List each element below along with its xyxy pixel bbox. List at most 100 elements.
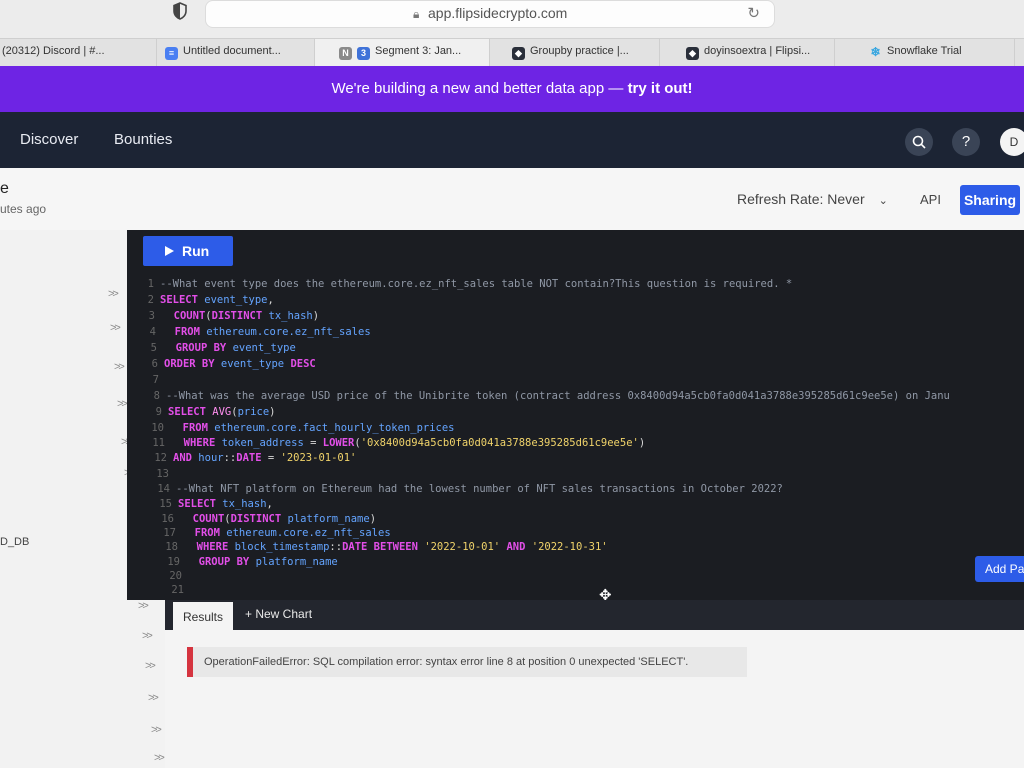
- code-token: ): [312, 310, 320, 322]
- expand-chevron-icon[interactable]: >>: [117, 398, 128, 410]
- database-label[interactable]: D_DB: [0, 536, 29, 548]
- expand-chevron-icon[interactable]: >>: [145, 660, 156, 672]
- code-token: ): [269, 406, 276, 418]
- line-number: 20: [169, 570, 182, 582]
- code-token: ::: [223, 452, 237, 464]
- code-line[interactable]: 17 FROM ethereum.core.ez_nft_sales: [152, 527, 390, 542]
- code-line[interactable]: 3 COUNT(DISTINCT tx_hash): [131, 310, 319, 325]
- run-button[interactable]: Run: [143, 236, 233, 266]
- number-badge: 3: [357, 47, 370, 60]
- code-line[interactable]: 20: [158, 570, 188, 585]
- nav-discover[interactable]: Discover: [20, 131, 78, 148]
- banner-cta[interactable]: try it out!: [628, 80, 693, 97]
- code-line[interactable]: 1 --What event type does the ethereum.cor…: [130, 278, 792, 293]
- code-token: token_address: [221, 437, 304, 449]
- code-token: '2023-01-01': [280, 452, 357, 464]
- code-line[interactable]: 13: [145, 468, 175, 483]
- tab-discord[interactable]: (20312) Discord | #...: [0, 39, 157, 67]
- code-token: '2022-10-31': [531, 541, 608, 553]
- line-number: 9: [155, 406, 162, 418]
- code-line[interactable]: 11 WHERE token_address = LOWER('0x8400d9…: [141, 437, 645, 452]
- tab-google-doc[interactable]: ≡ Untitled document...: [157, 39, 315, 67]
- play-icon: [165, 246, 174, 256]
- tab-label: Untitled document...: [183, 45, 281, 57]
- code-line[interactable]: 5 GROUP BY event_type: [133, 342, 296, 357]
- line-number: 7: [152, 374, 159, 386]
- line-number: 2: [147, 294, 154, 306]
- refresh-rate-select[interactable]: Refresh Rate: Never ⌄: [737, 191, 888, 207]
- expand-chevron-icon[interactable]: >>: [148, 692, 159, 704]
- code-token: GROUP BY: [175, 342, 227, 354]
- code-token: DESC: [290, 358, 316, 370]
- code-token: =: [261, 452, 281, 464]
- sharing-button[interactable]: Sharing: [960, 185, 1020, 215]
- line-number: 14: [157, 483, 170, 495]
- tab-notion[interactable]: N 3 Segment 3: Jan...: [315, 39, 490, 67]
- tab-groupby-practice[interactable]: ◆ Groupby practice |...: [490, 39, 660, 67]
- code-line[interactable]: 18 WHERE block_timestamp::DATE BETWEEN '…: [154, 541, 608, 556]
- add-panel-button[interactable]: Add Pa: [975, 556, 1024, 582]
- flipside-icon: ◆: [512, 47, 525, 60]
- expand-chevron-icon[interactable]: >>: [138, 600, 149, 612]
- line-number: 10: [151, 422, 164, 434]
- code-line[interactable]: 9 SELECT AVG(price): [138, 406, 276, 421]
- code-line[interactable]: 14 --What NFT platform on Ethereum had th…: [146, 483, 783, 498]
- tab-label: Groupby practice |...: [530, 45, 629, 57]
- search-button[interactable]: [905, 128, 933, 156]
- api-button[interactable]: API: [920, 192, 941, 207]
- tab-snowflake[interactable]: ❄ Snowflake Trial: [835, 39, 1015, 67]
- expand-chevron-icon[interactable]: >>: [114, 361, 125, 373]
- code-line[interactable]: 12 AND hour::DATE = '2023-01-01': [143, 452, 356, 467]
- avatar[interactable]: D: [1000, 128, 1024, 156]
- code-token: COUNT: [173, 310, 206, 322]
- code-line[interactable]: 4 FROM ethereum.core.ez_nft_sales: [132, 326, 371, 341]
- code-line[interactable]: 10 FROM ethereum.core.fact_hourly_token_…: [140, 422, 455, 437]
- code-line[interactable]: 16 COUNT(DISTINCT platform_name): [150, 513, 376, 528]
- code-line[interactable]: 6 ORDER BY event_type DESC: [134, 358, 316, 373]
- address-bar[interactable]: 🔒︎ app.flipsidecrypto.com ↻: [205, 0, 775, 28]
- code-token: --What event type does the ethereum.core…: [160, 278, 793, 290]
- query-header: e utes ago Refresh Rate: Never ⌄ API: [0, 168, 1024, 230]
- code-line[interactable]: 19 GROUP BY platform_name: [156, 556, 337, 571]
- tab-results[interactable]: Results: [173, 602, 233, 630]
- top-nav: Discover Bounties ? D: [0, 112, 1024, 168]
- browser-toolbar: 🔒︎ app.flipsidecrypto.com ↻: [0, 0, 1024, 38]
- flipside-icon: ◆: [686, 47, 699, 60]
- code-line[interactable]: 2 SELECT event_type,: [130, 294, 274, 309]
- nav-bounties[interactable]: Bounties: [114, 131, 172, 148]
- code-token: tx_hash: [268, 310, 313, 322]
- code-token: event_type: [204, 294, 268, 306]
- tab-doyinsoextra[interactable]: ◆ doyinsoextra | Flipsi...: [660, 39, 835, 67]
- shield-icon[interactable]: [172, 2, 188, 20]
- error-message: OperationFailedError: SQL compilation er…: [187, 647, 747, 677]
- code-line[interactable]: 15 SELECT tx_hash,: [148, 498, 273, 513]
- code-line[interactable]: 7: [135, 374, 165, 389]
- line-number: 18: [165, 541, 178, 553]
- tab-label: Snowflake Trial: [887, 45, 962, 57]
- search-icon: [912, 135, 926, 149]
- expand-chevron-icon[interactable]: >>: [142, 630, 153, 642]
- code-token: AND: [173, 452, 192, 464]
- code-line[interactable]: 8 --What was the average USD price of the…: [136, 390, 950, 405]
- help-button[interactable]: ?: [952, 128, 980, 156]
- expand-chevron-icon[interactable]: >>: [108, 288, 119, 300]
- code-token: ): [369, 513, 377, 525]
- code-token: ethereum.core.fact_hourly_token_prices: [214, 422, 455, 434]
- tab-label: Segment 3: Jan...: [375, 45, 462, 57]
- line-number: 6: [151, 358, 158, 370]
- reload-icon[interactable]: ↻: [747, 4, 760, 22]
- promo-banner[interactable]: We're building a new and better data app…: [0, 66, 1024, 112]
- code-line[interactable]: 21: [160, 584, 190, 599]
- url-text: app.flipsidecrypto.com: [428, 5, 568, 21]
- expand-chevron-icon[interactable]: >>: [110, 322, 121, 334]
- expand-chevron-icon[interactable]: >>: [154, 752, 165, 764]
- query-title[interactable]: e: [0, 180, 9, 198]
- expand-chevron-icon[interactable]: >>: [151, 724, 162, 736]
- code-token: SELECT: [168, 406, 206, 418]
- code-token: ,: [266, 498, 273, 510]
- new-chart-button[interactable]: + New Chart: [245, 607, 312, 621]
